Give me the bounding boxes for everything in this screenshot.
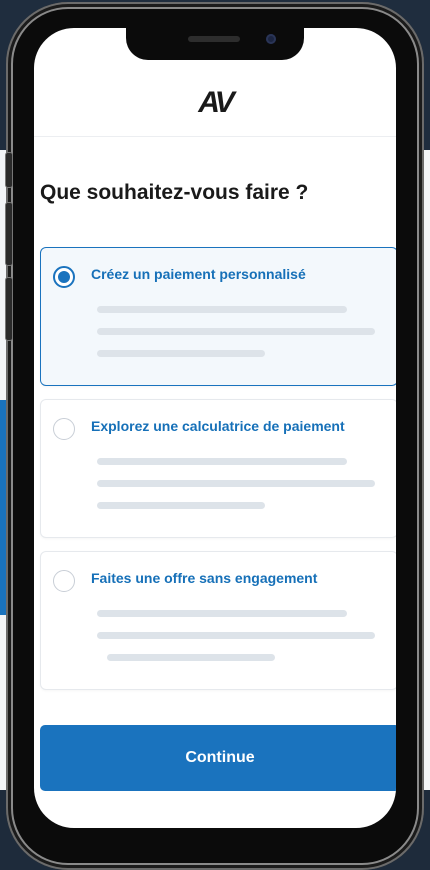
placeholder-line [97, 458, 347, 465]
phone-mute-switch [5, 152, 13, 188]
option-card-calculator[interactable]: Explorez une calculatrice de paiement [40, 399, 396, 538]
placeholder-line [97, 610, 347, 617]
placeholder-line [97, 306, 347, 313]
option-card-offer[interactable]: Faites une offre sans engagement [40, 551, 396, 690]
placeholder-line [107, 654, 275, 661]
phone-notch [126, 28, 304, 60]
front-camera-icon [266, 34, 276, 44]
placeholder-line [97, 632, 375, 639]
option-label: Faites une offre sans engagement [91, 570, 318, 586]
phone-volume-up [5, 202, 13, 266]
placeholder-line [97, 328, 375, 335]
logo: AV [198, 86, 234, 119]
placeholder-line [97, 350, 265, 357]
radio-selected[interactable] [53, 266, 75, 288]
phone-frame: AV Que souhaitez-vous faire ? Créez un p… [5, 2, 424, 870]
phone-screen: AV Que souhaitez-vous faire ? Créez un p… [34, 28, 396, 828]
continue-button[interactable]: Continue [40, 725, 396, 791]
radio-unselected[interactable] [53, 570, 75, 592]
speaker-grille [188, 36, 240, 42]
option-label: Explorez une calculatrice de paiement [91, 418, 345, 434]
app-header: AV [34, 68, 396, 137]
page-title: Que souhaitez-vous faire ? [40, 181, 309, 204]
placeholder-line [97, 480, 375, 487]
option-label: Créez un paiement personnalisé [91, 266, 306, 282]
placeholder-line [97, 502, 265, 509]
phone-volume-down [5, 277, 13, 341]
option-card-custom-payment[interactable]: Créez un paiement personnalisé [40, 247, 396, 386]
radio-unselected[interactable] [53, 418, 75, 440]
